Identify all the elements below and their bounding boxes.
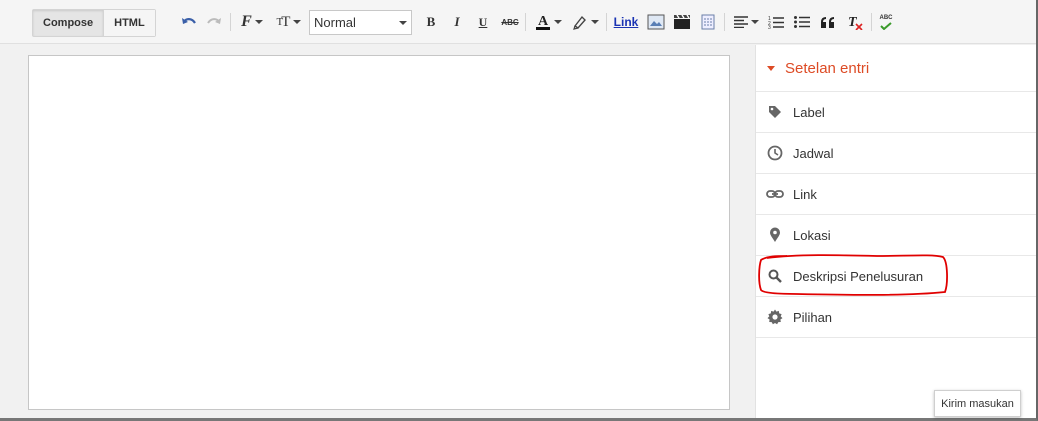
svg-text:T: T	[848, 15, 858, 30]
html-mode-button[interactable]: HTML	[103, 10, 155, 36]
spell-check-label: ABC	[879, 14, 893, 21]
spell-check-icon[interactable]: ABC	[876, 10, 896, 34]
sidebar-item-link-text: Link	[793, 186, 817, 202]
italic-button[interactable]: I	[449, 10, 465, 34]
sidebar-item-deskripsi-penelusuran[interactable]: Deskripsi Penelusuran	[756, 256, 1036, 297]
insert-image-icon[interactable]	[646, 10, 666, 34]
chevron-down-icon	[399, 21, 407, 25]
insert-jump-break-icon[interactable]	[698, 10, 718, 34]
search-icon	[766, 267, 784, 285]
bulleted-list-icon[interactable]	[793, 10, 811, 34]
link-icon	[766, 185, 784, 203]
clear-formatting-icon[interactable]: T	[845, 10, 865, 34]
collapse-triangle-icon	[767, 65, 775, 71]
send-feedback-button[interactable]: Kirim masukan	[934, 390, 1021, 417]
sidebar-item-label-text: Label	[793, 104, 825, 120]
gear-icon	[766, 308, 784, 326]
insert-link-button[interactable]: Link	[613, 10, 639, 34]
sidebar-item-jadwal-text: Jadwal	[793, 145, 834, 161]
font-size-icon[interactable]: TT	[274, 10, 304, 34]
post-settings-sidebar: Setelan entri Label Jadwal Link Lokasi D…	[755, 45, 1036, 418]
quote-icon[interactable]	[819, 10, 837, 34]
format-value: Normal	[314, 15, 356, 30]
font-family-icon[interactable]: F	[237, 10, 267, 34]
sidebar-item-lokasi[interactable]: Lokasi	[756, 215, 1036, 256]
text-color-icon[interactable]: A	[532, 10, 564, 34]
sidebar-item-lokasi-text: Lokasi	[793, 227, 831, 243]
sidebar-item-label[interactable]: Label	[756, 92, 1036, 133]
sidebar-item-link[interactable]: Link	[756, 174, 1036, 215]
svg-text:3: 3	[768, 25, 771, 29]
tag-icon	[766, 103, 784, 121]
location-pin-icon	[766, 226, 784, 244]
highlight-color-icon[interactable]	[569, 10, 601, 34]
mode-switch: Compose HTML	[32, 9, 156, 37]
editor-toolbar: Compose HTML F TT Normal B I U ABC A Lin…	[0, 0, 1036, 44]
post-settings-title: Setelan entri	[785, 59, 870, 77]
insert-video-icon[interactable]	[672, 10, 692, 34]
strikethrough-button[interactable]: ABC	[499, 10, 521, 34]
underline-button[interactable]: U	[475, 10, 491, 34]
bold-button[interactable]: B	[423, 10, 439, 34]
post-editor: Compose HTML F TT Normal B I U ABC A Lin…	[0, 0, 1038, 421]
alignment-icon[interactable]	[731, 10, 761, 34]
paragraph-format-select[interactable]: Normal	[309, 10, 412, 35]
numbered-list-icon[interactable]: 123	[767, 10, 785, 34]
undo-icon[interactable]	[180, 10, 198, 34]
post-body-editor[interactable]	[28, 55, 730, 410]
post-settings-header[interactable]: Setelan entri	[756, 45, 1036, 92]
sidebar-item-deskripsi-text: Deskripsi Penelusuran	[793, 268, 924, 284]
svg-text:A: A	[538, 14, 549, 29]
compose-mode-button[interactable]: Compose	[33, 10, 104, 36]
sidebar-item-pilihan-text: Pilihan	[793, 309, 833, 325]
redo-icon[interactable]	[205, 10, 223, 34]
clock-icon	[766, 144, 784, 162]
sidebar-item-pilihan[interactable]: Pilihan	[756, 297, 1036, 338]
sidebar-item-jadwal[interactable]: Jadwal	[756, 133, 1036, 174]
